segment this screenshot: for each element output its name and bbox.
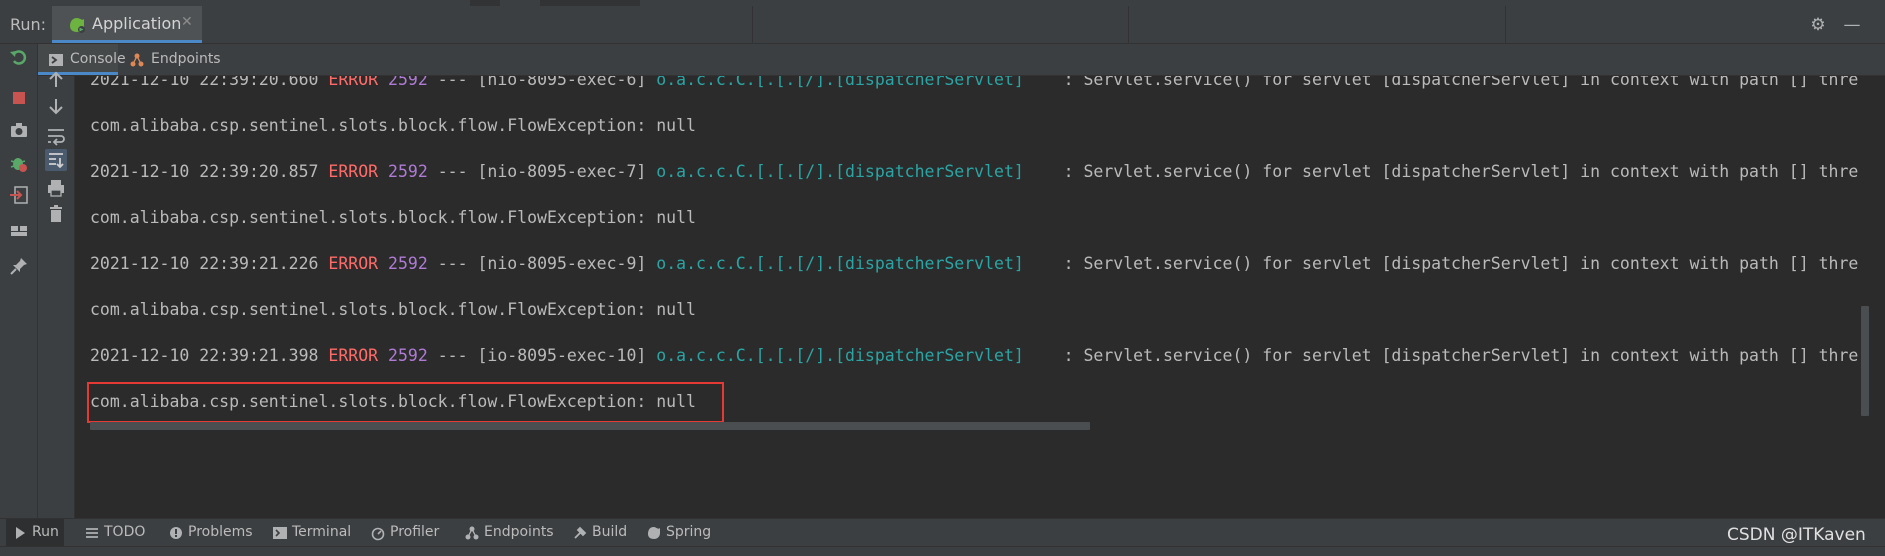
log-line: 2021-12-10 22:39:21.398 ERROR 2592 --- [… <box>90 346 1858 365</box>
bottom-tab-problems[interactable]: Problems <box>162 519 253 547</box>
run-header: Run: Application ✕ ⚙ — <box>0 6 1885 44</box>
bottom-tab-label: Problems <box>188 524 253 540</box>
log-message: : Servlet.service() for servlet [dispatc… <box>1063 76 1859 89</box>
log-date: 2021-12-10 22:39:21.226 <box>90 254 319 273</box>
log-date: 2021-12-10 22:39:20.660 <box>90 76 319 89</box>
console-tabs: Console Endpoints <box>38 44 1885 76</box>
bottom-tab-label: Profiler <box>390 524 440 540</box>
log-level: ERROR <box>328 254 379 273</box>
problems-icon <box>170 527 182 539</box>
log-sep: --- <box>437 346 468 365</box>
bottom-tab-endpoints[interactable]: Endpoints <box>458 519 558 547</box>
scroll-to-end-icon[interactable] <box>45 149 67 171</box>
exception-line: com.alibaba.csp.sentinel.slots.block.flo… <box>90 300 696 319</box>
log-logger[interactable]: o.a.c.c.C.[.[.[/].[dispatcherServlet] <box>656 254 1024 273</box>
stop-icon[interactable] <box>8 87 30 109</box>
log-thread: [nio-8095-exec-6] <box>477 76 647 89</box>
left-toolbar <box>0 44 38 518</box>
down-arrow-icon[interactable] <box>45 95 67 117</box>
log-message: : Servlet.service() for servlet [dispatc… <box>1063 254 1859 273</box>
run-label: Run: <box>10 15 47 34</box>
exception-line: com.alibaba.csp.sentinel.slots.block.flo… <box>90 116 696 135</box>
header-divider <box>1128 6 1129 43</box>
bottom-tab-label: Run <box>32 524 59 540</box>
endpoints-icon <box>130 53 144 67</box>
tab-application-label: Application <box>92 14 182 33</box>
tab-endpoints[interactable]: Endpoints <box>119 44 221 75</box>
log-sep: --- <box>437 76 468 89</box>
exception-line: com.alibaba.csp.sentinel.slots.block.flo… <box>90 208 696 227</box>
build-icon <box>574 526 587 539</box>
console-icon <box>49 54 63 66</box>
rerun-icon[interactable] <box>8 47 30 69</box>
log-logger[interactable]: o.a.c.c.C.[.[.[/].[dispatcherServlet] <box>656 76 1024 89</box>
log-pid: 2592 <box>388 76 428 89</box>
soft-wrap-icon[interactable] <box>45 125 67 147</box>
print-icon[interactable] <box>45 177 67 199</box>
log-line: 2021-12-10 22:39:21.226 ERROR 2592 --- [… <box>90 254 1858 273</box>
console-toolbar <box>38 71 75 518</box>
log-thread: [nio-8095-exec-9] <box>477 254 647 273</box>
log-pid: 2592 <box>388 346 428 365</box>
minimize-icon[interactable]: — <box>1842 15 1862 35</box>
tab-endpoints-label: Endpoints <box>151 51 221 67</box>
gear-icon[interactable]: ⚙ <box>1808 15 1828 35</box>
log-sep: --- <box>437 254 468 273</box>
run-icon <box>16 527 25 539</box>
log-line: 2021-12-10 22:39:20.660 ERROR 2592 --- [… <box>90 76 1858 89</box>
log-level: ERROR <box>328 346 379 365</box>
watermark: CSDN @ITKaven <box>1727 525 1866 545</box>
header-divider <box>752 6 753 43</box>
log-line: 2021-12-10 22:39:20.857 ERROR 2592 --- [… <box>90 162 1858 181</box>
log-date: 2021-12-10 22:39:21.398 <box>90 346 319 365</box>
bottom-tab-label: Endpoints <box>484 524 554 540</box>
log-pid: 2592 <box>388 254 428 273</box>
log-message: : Servlet.service() for servlet [dispatc… <box>1063 162 1859 181</box>
exit-icon[interactable] <box>8 184 30 206</box>
bottom-tab-build[interactable]: Build <box>566 519 636 547</box>
log-message: : Servlet.service() for servlet [dispatc… <box>1063 346 1859 365</box>
pin-icon[interactable] <box>8 255 30 277</box>
bottom-tab-todo[interactable]: TODO <box>78 519 148 547</box>
log-thread: [io-8095-exec-10] <box>477 346 647 365</box>
bottom-tab-profiler[interactable]: Profiler <box>364 519 444 547</box>
trash-icon[interactable] <box>45 203 67 225</box>
log-logger[interactable]: o.a.c.c.C.[.[.[/].[dispatcherServlet] <box>656 162 1024 181</box>
spring-app-icon <box>70 18 85 33</box>
up-arrow-icon[interactable] <box>45 69 67 91</box>
bottom-tab-spring[interactable]: Spring <box>640 519 720 547</box>
spring-icon <box>648 527 660 539</box>
bottom-tab-label: Build <box>592 524 628 540</box>
log-pid: 2592 <box>388 162 428 181</box>
tab-application[interactable]: Application ✕ <box>52 6 202 43</box>
bottom-tab-label: Spring <box>666 524 712 540</box>
log-level: ERROR <box>328 162 379 181</box>
console-output[interactable]: 2021-12-10 22:39:20.660 ERROR 2592 --- [… <box>75 76 1885 518</box>
log-sep: --- <box>437 162 468 181</box>
endpoints-icon <box>465 526 479 540</box>
log-date: 2021-12-10 22:39:20.857 <box>90 162 319 181</box>
bottom-tab-label: Terminal <box>292 524 352 540</box>
tab-console-label: Console <box>70 51 126 67</box>
log-thread: [nio-8095-exec-7] <box>477 162 647 181</box>
debug-icon[interactable] <box>8 152 30 174</box>
bottom-tab-terminal[interactable]: Terminal <box>266 519 356 547</box>
header-divider <box>1505 6 1506 43</box>
profiler-icon <box>371 527 385 541</box>
bottom-tab-label: TODO <box>104 524 146 540</box>
highlight-box <box>87 382 724 423</box>
log-level: ERROR <box>328 76 379 89</box>
layout-icon[interactable] <box>8 220 30 242</box>
bottom-tool-bar: Run TODO Problems Terminal Profiler Endp… <box>0 518 1885 547</box>
screenshot-icon[interactable] <box>8 119 30 141</box>
horizontal-scrollbar[interactable] <box>90 422 1090 430</box>
terminal-icon <box>273 527 287 539</box>
log-logger[interactable]: o.a.c.c.C.[.[.[/].[dispatcherServlet] <box>656 346 1024 365</box>
bottom-tab-run[interactable]: Run <box>6 519 64 547</box>
close-icon[interactable]: ✕ <box>181 14 193 30</box>
todo-icon <box>86 528 98 538</box>
vertical-scrollbar[interactable] <box>1861 306 1869 416</box>
